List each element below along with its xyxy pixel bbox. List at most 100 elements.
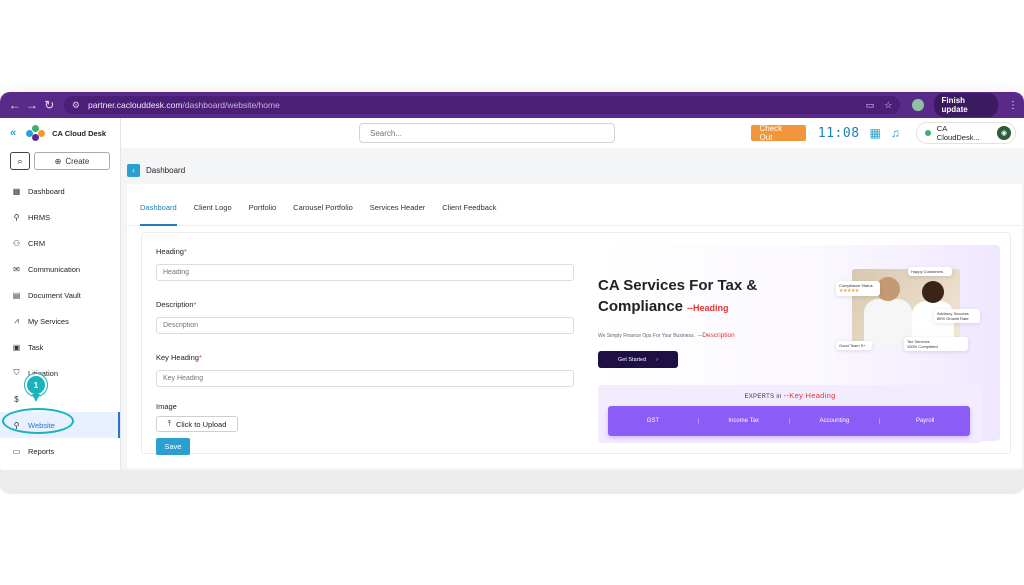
profile-menu[interactable]: CA CloudDesk... ◉	[915, 122, 1016, 144]
hero-preview: CA Services For Tax & Compliance --Headin…	[598, 245, 1000, 443]
search-icon: ⌕	[17, 155, 23, 166]
tutorial-highlight-ring	[2, 408, 74, 434]
sidebar-item-label: HRMS	[28, 212, 51, 222]
key-heading-label: Key Heading*	[156, 353, 202, 362]
window-base	[0, 470, 1024, 494]
preview-title: CA Services For Tax & Compliance --Headin…	[598, 277, 758, 315]
expert-item-payroll: Payroll	[915, 418, 935, 424]
sidebar-search-button[interactable]: ⌕	[10, 152, 30, 170]
compliance-badge: Compliance Status ★★★★★	[836, 281, 880, 296]
tab-client-logo[interactable]: Client Logo	[194, 203, 232, 226]
experts-bar: GST Income Tax Accounting Payroll	[608, 406, 970, 436]
sidebar-item-my-services[interactable]: ⩘ My Services	[0, 308, 120, 334]
sidebar-item-communication[interactable]: ✉ Communication	[0, 256, 120, 282]
preview-description: We Simply Finance Ops For Your Business.…	[598, 332, 735, 339]
finish-update-button[interactable]: Finish update	[933, 93, 998, 117]
sidebar-item-crm[interactable]: ⚇ CRM	[0, 230, 120, 256]
bell-icon[interactable]: ♫	[891, 126, 900, 140]
browser-profile-avatar[interactable]	[912, 99, 924, 111]
site-settings-icon[interactable]: ⚙	[72, 100, 80, 111]
url-host: partner.caclouddesk.com	[87, 100, 183, 110]
document-icon: ▤	[12, 290, 21, 300]
happy-customers-badge: Happy Customers	[908, 267, 952, 276]
sidebar-item-label: Document Vault	[28, 290, 81, 300]
check-out-button[interactable]: Check Out	[750, 124, 806, 142]
app-shell: « CA Cloud Desk ⌕ ⊕ Create ▦ Dashboard ⚲ H	[0, 118, 1024, 472]
tab-carousel-portfolio[interactable]: Carousel Portfolio	[293, 203, 353, 226]
sidebar-item-label: Dashboard	[28, 186, 65, 196]
preview-get-started-button[interactable]: Get Started ›	[598, 351, 678, 368]
advisory-badge: Advisory Success 85% Growth Rate	[934, 309, 980, 323]
chart-icon: ⩘	[14, 316, 19, 325]
description-input[interactable]	[156, 317, 574, 334]
clipboard-icon: ▣	[12, 342, 21, 352]
sidebar-item-label: CRM	[28, 238, 46, 248]
reports-icon: ▭	[12, 446, 21, 456]
heading-input[interactable]	[156, 264, 574, 281]
key-heading-tag: --Key Heading	[783, 391, 836, 400]
sidebar: « CA Cloud Desk ⌕ ⊕ Create ▦ Dashboard ⚲ H	[0, 118, 121, 472]
sidebar-item-label: Communication	[28, 264, 81, 274]
top-bar: Check Out 11:08 ▦ ♫ CA CloudDesk... ◉	[121, 118, 1024, 148]
upload-button[interactable]: ⤒ Click to Upload	[156, 416, 238, 432]
search-input[interactable]	[359, 123, 615, 143]
sidebar-item-finance[interactable]: $	[0, 386, 120, 412]
upload-label: Click to Upload	[175, 419, 227, 429]
tax-services-badge: Tax Services 100% Completed	[904, 337, 968, 351]
forward-arrow-icon[interactable]: →	[23, 98, 40, 112]
hero-form: Heading* Description* Key Heading* Image…	[156, 247, 576, 455]
create-label: Create	[65, 156, 90, 166]
brand-logo	[26, 125, 46, 141]
tab-dashboard[interactable]: Dashboard	[140, 203, 177, 226]
avatar: ◉	[997, 126, 1011, 140]
browser-menu-icon[interactable]: ⋮	[1008, 100, 1018, 111]
clock-display: 11:08	[817, 125, 860, 141]
browser-window: ← → ↻ ⚙ partner.caclouddesk.com/dashboar…	[0, 92, 1024, 472]
chevron-right-icon: ›	[656, 356, 658, 363]
grid-icon: ▦	[12, 186, 21, 196]
rating-stars-icon: ★★★★★	[839, 288, 859, 294]
calendar-icon[interactable]: ▦	[870, 126, 881, 140]
people-icon: ⚇	[12, 238, 21, 248]
plus-circle-icon: ⊕	[54, 156, 62, 166]
experts-title: EXPERTS in --Key Heading	[744, 391, 836, 400]
url-path: /dashboard/website/home	[182, 100, 280, 110]
save-button[interactable]: Save	[156, 438, 190, 455]
create-button[interactable]: ⊕ Create	[34, 152, 110, 170]
breadcrumb-label: Dashboard	[146, 165, 186, 175]
tutorial-step-marker: 1	[25, 374, 47, 396]
sidebar-item-reports[interactable]: ▭ Reports	[0, 438, 120, 464]
sidebar-header: « CA Cloud Desk	[0, 118, 120, 148]
online-status-icon	[924, 130, 931, 136]
team-badge: Good Team 5+	[836, 341, 872, 350]
sidebar-item-document-vault[interactable]: ▤ Document Vault	[0, 282, 120, 308]
bookmark-star-icon[interactable]: ☆	[884, 100, 892, 111]
person-icon: ⚲	[13, 212, 20, 222]
back-arrow-icon[interactable]: ←	[6, 98, 23, 112]
sidebar-item-task[interactable]: ▣ Task	[0, 334, 120, 360]
image-label: Image	[156, 402, 177, 411]
sidebar-item-dashboard[interactable]: ▦ Dashboard	[0, 178, 120, 204]
expert-item-gst: GST	[608, 418, 699, 424]
editor-card: Heading* Description* Key Heading* Image…	[141, 232, 1011, 455]
tab-services-header[interactable]: Services Header	[370, 203, 425, 226]
description-label: Description*	[156, 300, 197, 309]
cast-icon[interactable]: ▭	[866, 100, 875, 111]
experts-section: EXPERTS in --Key Heading GST Income Tax A…	[598, 385, 982, 443]
description-tag: --Description	[697, 332, 735, 339]
sidebar-item-label: My Services	[28, 316, 69, 326]
tab-client-feedback[interactable]: Client Feedback	[442, 203, 496, 226]
expert-item-accounting: Accounting	[790, 418, 881, 424]
back-button[interactable]: ‹	[127, 163, 140, 177]
collapse-sidebar-icon[interactable]: «	[10, 127, 16, 139]
sidebar-item-litigation[interactable]: ⛉ Litigation	[0, 360, 120, 386]
browser-toolbar: ← → ↻ ⚙ partner.caclouddesk.com/dashboar…	[0, 92, 1024, 118]
heading-tag: --Heading	[687, 303, 729, 313]
content-panel: Dashboard Client Logo Portfolio Carousel…	[127, 184, 1022, 468]
key-heading-input[interactable]	[156, 370, 574, 387]
reload-icon[interactable]: ↻	[41, 98, 58, 112]
sidebar-item-hrms[interactable]: ⚲ HRMS	[0, 204, 120, 230]
address-bar[interactable]: ⚙ partner.caclouddesk.com/dashboard/webs…	[63, 96, 901, 114]
tab-portfolio[interactable]: Portfolio	[249, 203, 277, 226]
heading-label: Heading*	[156, 247, 187, 256]
